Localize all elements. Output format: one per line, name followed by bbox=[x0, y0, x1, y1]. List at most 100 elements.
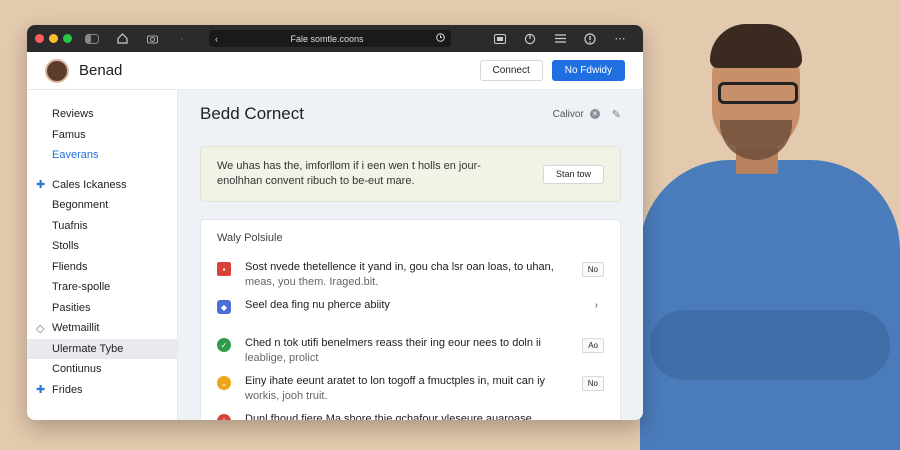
warning-circle-icon: ⌄ bbox=[217, 376, 231, 390]
list-item-text: Einy ihate eeunt aratet to lon togoff a … bbox=[245, 374, 582, 404]
info-icon[interactable] bbox=[583, 32, 597, 46]
sidebar-item-stolls[interactable]: Stolls bbox=[27, 236, 177, 257]
sidebar-item-label: Reviews bbox=[52, 108, 94, 121]
card-title: Waly Polsiule bbox=[217, 232, 283, 244]
close-circle-icon[interactable]: ✕ bbox=[589, 109, 600, 119]
person-beard bbox=[720, 120, 792, 160]
sidebar-item-label: Cales Ickaness bbox=[52, 178, 127, 191]
list-item-title: Sost nvede thetellence it yand in, gou c… bbox=[245, 261, 554, 273]
status-badge[interactable]: No bbox=[581, 262, 604, 277]
sidebar: Reviews Famus Eaverans ✚ Cales Ickaness B… bbox=[27, 90, 178, 420]
minimize-dot-icon[interactable] bbox=[49, 34, 58, 43]
sidebar-item-label: Pasities bbox=[52, 301, 91, 314]
connect-button[interactable]: Connect bbox=[479, 60, 543, 81]
list-item[interactable]: ✓ Ched n tok utifi benelmers reass their… bbox=[217, 336, 604, 372]
calivor-link[interactable]: Calivor bbox=[553, 109, 584, 120]
sidebar-item-label: Frides bbox=[52, 383, 83, 396]
brand-name: Benad bbox=[79, 62, 123, 79]
header-actions: Calivor ✕ ✎ bbox=[553, 108, 621, 121]
person-hair bbox=[710, 24, 802, 68]
sidebar-item-label: Wetmaillit bbox=[52, 322, 100, 335]
sidebar-item-ulermate-tybe[interactable]: Ulermate Tybe bbox=[27, 338, 177, 359]
list-item-title: Seel dea fing nu pherce abiity bbox=[245, 299, 390, 311]
sidebar-item-fliends[interactable]: Fliends bbox=[27, 257, 177, 278]
sidebar-item-label: Fliends bbox=[52, 260, 88, 273]
sidebar-toggle-icon[interactable] bbox=[85, 32, 99, 46]
dot-icon: · bbox=[180, 32, 184, 45]
screen-icon[interactable] bbox=[493, 32, 507, 46]
person-photo bbox=[640, 20, 900, 450]
plus-icon: ✚ bbox=[36, 384, 46, 397]
list-item-text: Ched n tok utifi benelmers reass their i… bbox=[245, 336, 582, 366]
url-bar[interactable]: ‹ Fale somtle.coons bbox=[209, 30, 451, 47]
more-icon[interactable]: ⋯ bbox=[613, 32, 627, 46]
sidebar-item-eaverans[interactable]: Eaverans bbox=[27, 145, 177, 166]
sidebar-item-label: Stolls bbox=[52, 240, 79, 253]
notice-text: We uhas has the, imforllom if i een wen … bbox=[217, 160, 481, 187]
sidebar-item-begonment[interactable]: Begonment bbox=[27, 195, 177, 216]
app-header: Benad Connect No Fdwidy bbox=[27, 52, 643, 90]
url-text: Fale somtle.coons bbox=[290, 33, 364, 44]
car-icon: ◆ bbox=[217, 300, 231, 314]
status-badge[interactable]: Ao bbox=[582, 338, 604, 353]
list-item-text: Seel dea fing nu pherce abiity bbox=[245, 298, 595, 313]
edit-pen-icon[interactable]: ✎ bbox=[612, 108, 621, 121]
start-button[interactable]: Stan tow bbox=[542, 164, 604, 184]
alert-circle-icon: ! bbox=[217, 414, 231, 420]
list-item-title: Einy ihate eeunt aratet to lon togoff a … bbox=[245, 375, 546, 387]
main-content: Bedd Cornect Calivor ✕ ✎ We uhas has the… bbox=[178, 90, 643, 420]
list-item-title: Ched n tok utifi benelmers reass their i… bbox=[245, 337, 541, 349]
menu-lines-icon[interactable] bbox=[553, 32, 567, 46]
sidebar-item-frides[interactable]: ✚ Frides bbox=[27, 380, 177, 401]
page-title: Bedd Cornect bbox=[200, 104, 304, 123]
sidebar-item-trare-spolle[interactable]: Trare-spolle bbox=[27, 277, 177, 298]
list-item[interactable]: ⌄ Einy ihate eeunt aratet to lon togoff … bbox=[217, 374, 604, 410]
notice-banner: We uhas has the, imforllom if i een wen … bbox=[200, 146, 621, 202]
power-icon[interactable] bbox=[523, 32, 537, 46]
list-item-subtitle: meas, you them. Iraged.bit. bbox=[245, 276, 379, 288]
sidebar-item-label: Tuafnis bbox=[52, 219, 88, 232]
sidebar-item-contiunus[interactable]: Contiunus bbox=[27, 359, 177, 380]
expand-chevron-icon[interactable]: ◇ bbox=[36, 322, 44, 335]
list-item[interactable]: ! Dunl fhoud fiere Ma shore thie gchafou… bbox=[217, 412, 604, 420]
browser-titlebar: · ‹ Fale somtle.coons ⋯ bbox=[27, 25, 643, 52]
camera-icon[interactable] bbox=[145, 32, 159, 46]
sidebar-item-cales-ickaness[interactable]: ✚ Cales Ickaness bbox=[27, 175, 177, 196]
list-item-subtitle: leablige, prolict bbox=[245, 352, 319, 364]
list-item[interactable]: ▪ Sost nvede thetellence it yand in, gou… bbox=[217, 260, 604, 296]
sidebar-item-wetmaillit[interactable]: ◇ Wetmaillit bbox=[27, 318, 177, 339]
person-glasses bbox=[718, 82, 798, 104]
list-card: Waly Polsiule ▪ Sost nvede thetellence i… bbox=[200, 219, 621, 420]
list-item-text: Dunl fhoud fiere Ma shore thie gchafour … bbox=[245, 412, 604, 420]
list-item-subtitle: workis, jooh truit. bbox=[245, 390, 328, 402]
clock-icon[interactable] bbox=[436, 33, 445, 44]
sidebar-item-famus[interactable]: Famus bbox=[27, 125, 177, 146]
sidebar-item-label: Eaverans bbox=[52, 149, 99, 162]
list-item-title: Dunl fhoud fiere Ma shore thie gchafour … bbox=[245, 413, 532, 420]
list-item[interactable]: ◆ Seel dea fing nu pherce abiity › bbox=[217, 298, 604, 334]
home-icon[interactable] bbox=[115, 32, 129, 46]
sidebar-item-label: Contiunus bbox=[52, 363, 102, 376]
status-badge[interactable]: No bbox=[581, 376, 604, 391]
sidebar-item-label: Begonment bbox=[52, 199, 109, 212]
primary-button[interactable]: No Fdwidy bbox=[551, 60, 625, 81]
person-arms bbox=[650, 310, 890, 380]
sidebar-item-label: Trare-spolle bbox=[52, 281, 111, 294]
close-dot-icon[interactable] bbox=[35, 34, 44, 43]
list-item-text: Sost nvede thetellence it yand in, gou c… bbox=[245, 260, 582, 290]
sidebar-item-pasities[interactable]: Pasities bbox=[27, 298, 177, 319]
person-shirt bbox=[640, 160, 900, 450]
plus-icon: ✚ bbox=[36, 179, 46, 192]
sidebar-item-label: Famus bbox=[52, 128, 86, 141]
zoom-dot-icon[interactable] bbox=[63, 34, 72, 43]
sidebar-item-reviews[interactable]: Reviews bbox=[27, 104, 177, 125]
sidebar-item-tuafnis[interactable]: Tuafnis bbox=[27, 216, 177, 237]
sidebar-item-label: Ulermate Tybe bbox=[52, 342, 124, 355]
chevron-right-icon[interactable]: › bbox=[595, 300, 598, 311]
app-body: Reviews Famus Eaverans ✚ Cales Ickaness B… bbox=[27, 90, 643, 420]
avatar[interactable] bbox=[45, 58, 69, 83]
check-circle-icon: ✓ bbox=[217, 338, 231, 352]
main-header: Bedd Cornect Calivor ✕ ✎ bbox=[200, 102, 621, 126]
browser-window: · ‹ Fale somtle.coons ⋯ Benad Connect No… bbox=[27, 25, 643, 420]
